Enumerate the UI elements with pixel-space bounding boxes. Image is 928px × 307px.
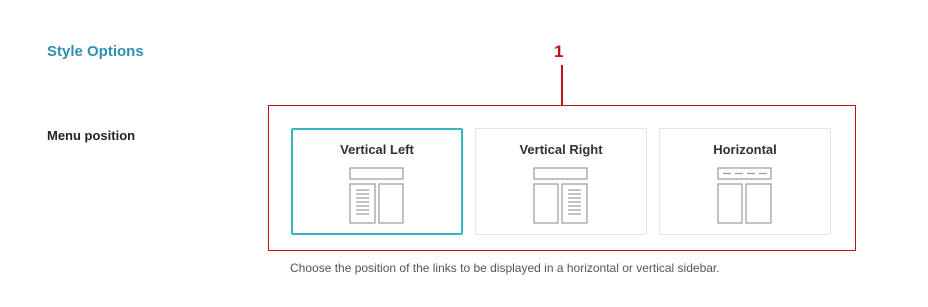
layout-vertical-left-icon: [349, 167, 404, 224]
callout-number: 1: [554, 42, 564, 61]
option-label: Vertical Left: [340, 142, 414, 157]
menu-position-help-text: Choose the position of the links to be d…: [290, 261, 720, 275]
option-label: Horizontal: [713, 142, 777, 157]
layout-horizontal-icon: [717, 167, 772, 224]
menu-position-label: Menu position: [47, 128, 136, 143]
option-vertical-left[interactable]: Vertical Left: [291, 128, 463, 235]
callout-line: [561, 65, 563, 106]
option-horizontal[interactable]: Horizontal: [659, 128, 831, 235]
option-vertical-right[interactable]: Vertical Right: [475, 128, 647, 235]
option-label: Vertical Right: [519, 142, 603, 157]
section-title: Style Options: [47, 43, 144, 60]
layout-vertical-right-icon: [533, 167, 588, 224]
